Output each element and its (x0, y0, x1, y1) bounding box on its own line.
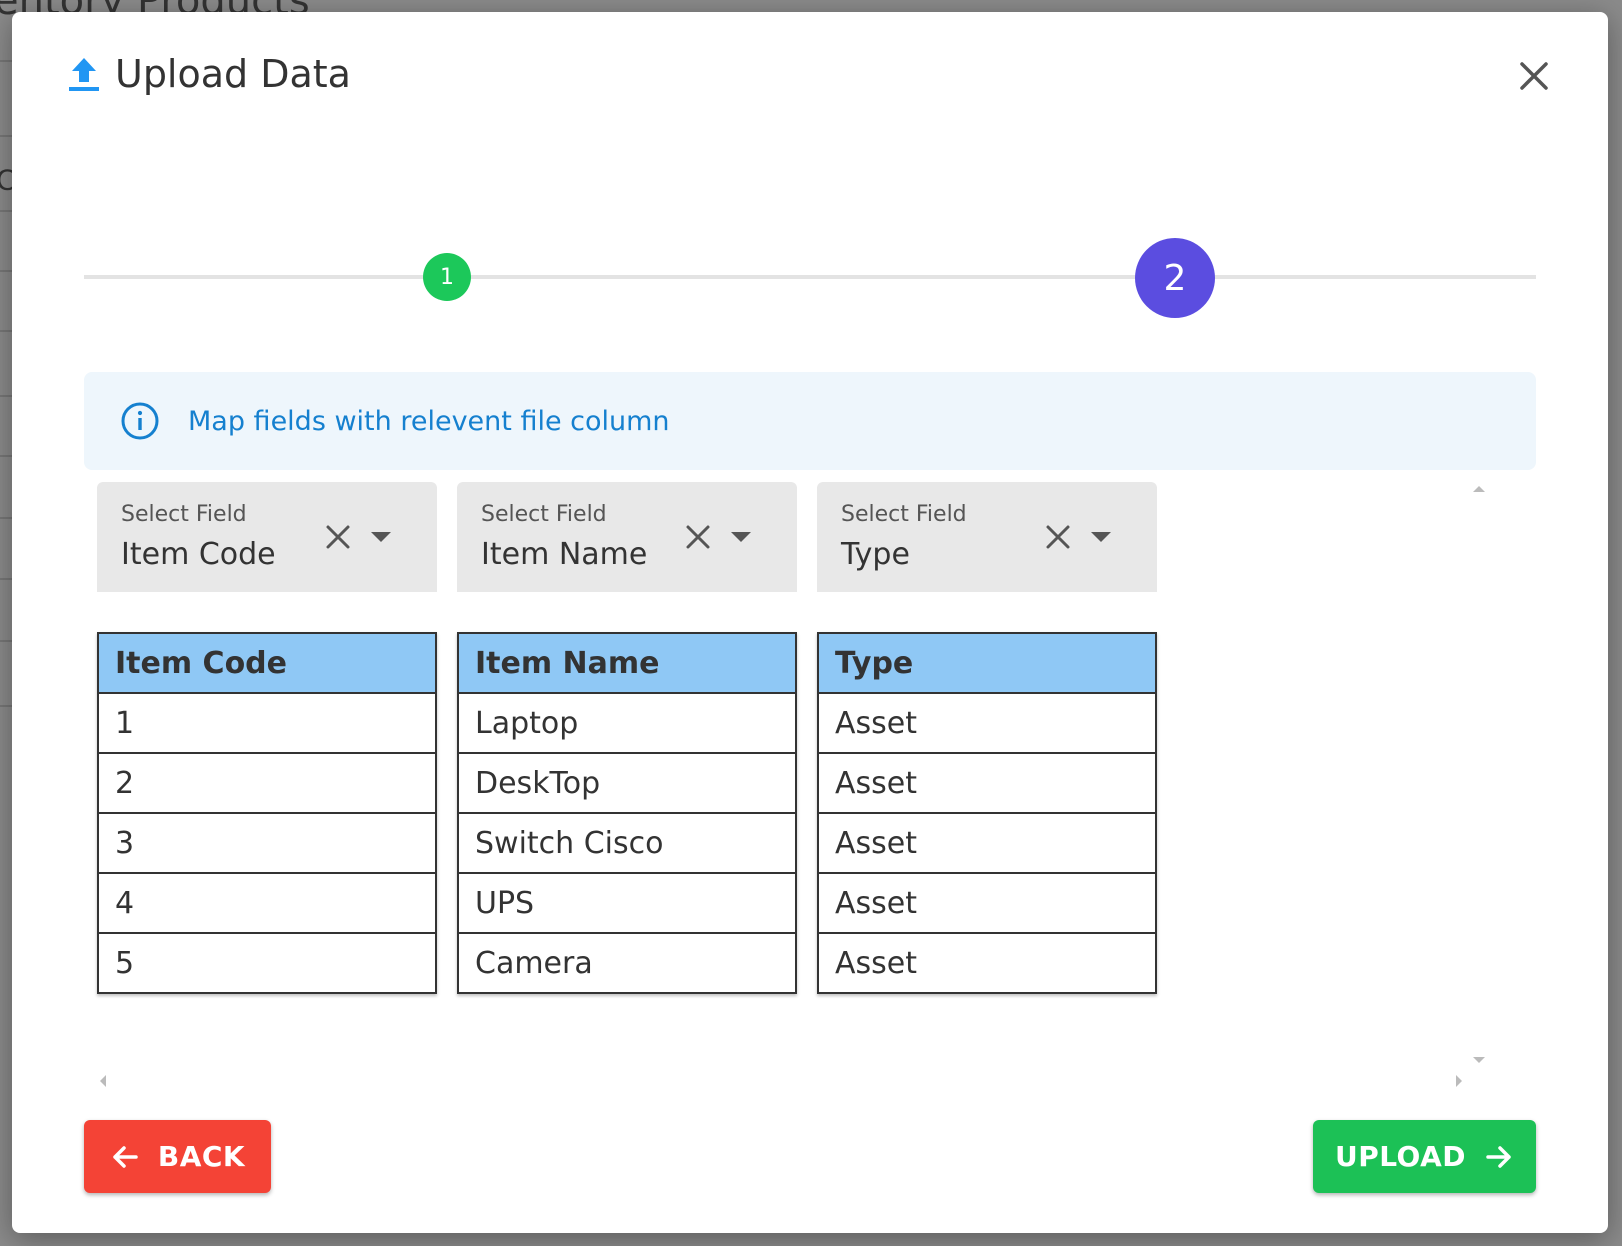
table-row: Asset (817, 752, 1157, 814)
table-cell: 2 (97, 752, 437, 814)
table-cell: Asset (817, 812, 1157, 874)
mapping-column-item-code: Select Field Item Code Item Code 1 2 3 4… (97, 482, 437, 994)
select-field-dropdown[interactable]: Select Field Item Code (97, 482, 437, 592)
scroll-right-arrow-icon[interactable] (1456, 1075, 1462, 1087)
upload-data-dialog: Upload Data 1 2 Map fields with relevent… (12, 12, 1608, 1233)
background-divider (0, 270, 12, 272)
select-field-value: Item Name (481, 537, 648, 572)
table-row: DeskTop (457, 752, 797, 814)
select-field-value: Item Code (121, 537, 276, 572)
table-row: Asset (817, 692, 1157, 754)
table-row: Camera (457, 932, 797, 994)
table-row: Asset (817, 812, 1157, 874)
info-alert: Map fields with relevent file column (84, 372, 1536, 470)
dialog-header: Upload Data (67, 52, 351, 96)
table-row: Switch Cisco (457, 812, 797, 874)
background-divider (0, 60, 12, 62)
table-header: Item Code (97, 632, 437, 694)
scroll-left-arrow-icon[interactable] (100, 1075, 106, 1087)
mapping-column-type: Select Field Type Type Asset Asset Asset (817, 482, 1157, 994)
select-field-dropdown[interactable]: Select Field Item Name (457, 482, 797, 592)
file-column-preview-table: Type Asset Asset Asset Asset Asset (817, 632, 1157, 994)
background-divider (0, 210, 12, 212)
select-field-label: Select Field (481, 502, 607, 527)
background-divider (0, 135, 12, 137)
background-divider (0, 455, 12, 457)
table-cell: UPS (457, 872, 797, 934)
upload-button[interactable]: UPLOAD (1313, 1120, 1536, 1193)
background-divider (0, 395, 12, 397)
mapping-column-item-name: Select Field Item Name Item Name Laptop … (457, 482, 797, 994)
background-divider (0, 705, 12, 707)
chevron-down-icon[interactable] (1091, 532, 1111, 542)
table-cell: 4 (97, 872, 437, 934)
table-row: UPS (457, 872, 797, 934)
table-row: Asset (817, 872, 1157, 934)
table-row: 4 (97, 872, 437, 934)
step-1-indicator[interactable]: 1 (423, 253, 471, 301)
table-cell: Asset (817, 752, 1157, 814)
table-row: 2 (97, 752, 437, 814)
table-cell: Camera (457, 932, 797, 994)
table-row: Asset (817, 932, 1157, 994)
table-cell: Asset (817, 872, 1157, 934)
stepper-track (84, 275, 1536, 279)
background-divider (0, 640, 12, 642)
file-column-preview-table: Item Name Laptop DeskTop Switch Cisco UP… (457, 632, 797, 994)
table-header: Item Name (457, 632, 797, 694)
close-icon[interactable] (1514, 56, 1554, 96)
table-cell: Switch Cisco (457, 812, 797, 874)
clear-icon[interactable] (323, 522, 353, 552)
arrow-right-icon (1486, 1145, 1511, 1168)
table-row: 3 (97, 812, 437, 874)
chevron-down-icon[interactable] (731, 532, 751, 542)
table-header: Type (817, 632, 1157, 694)
clear-icon[interactable] (1043, 522, 1073, 552)
table-cell: Laptop (457, 692, 797, 754)
select-field-label: Select Field (121, 502, 247, 527)
table-row: 1 (97, 692, 437, 754)
background-divider (0, 330, 12, 332)
arrow-left-icon (113, 1145, 138, 1168)
table-row: 5 (97, 932, 437, 994)
table-cell: Asset (817, 932, 1157, 994)
back-button[interactable]: BACK (84, 1120, 271, 1193)
table-cell: DeskTop (457, 752, 797, 814)
table-header-row: Item Name (457, 632, 797, 694)
scroll-down-arrow-icon[interactable] (1473, 1057, 1485, 1063)
table-cell: 3 (97, 812, 437, 874)
dialog-title: Upload Data (115, 52, 351, 96)
info-icon (121, 402, 159, 440)
file-column-preview-table: Item Code 1 2 3 4 5 (97, 632, 437, 994)
select-field-dropdown[interactable]: Select Field Type (817, 482, 1157, 592)
table-cell: Asset (817, 692, 1157, 754)
table-cell: 1 (97, 692, 437, 754)
back-button-label: BACK (157, 1140, 246, 1173)
step-2-indicator[interactable]: 2 (1135, 238, 1215, 318)
field-mapping-area[interactable]: Select Field Item Code Item Code 1 2 3 4… (84, 482, 1536, 1087)
table-header-row: Type (817, 632, 1157, 694)
select-field-label: Select Field (841, 502, 967, 527)
scroll-up-arrow-icon[interactable] (1473, 486, 1485, 492)
select-field-value: Type (841, 537, 910, 572)
table-cell: 5 (97, 932, 437, 994)
upload-icon (69, 58, 99, 91)
chevron-down-icon[interactable] (371, 532, 391, 542)
info-message: Map fields with relevent file column (188, 405, 670, 437)
table-row: Laptop (457, 692, 797, 754)
background-divider (0, 578, 12, 580)
background-divider (0, 517, 12, 519)
table-header-row: Item Code (97, 632, 437, 694)
clear-icon[interactable] (683, 522, 713, 552)
upload-button-label: UPLOAD (1334, 1140, 1467, 1173)
